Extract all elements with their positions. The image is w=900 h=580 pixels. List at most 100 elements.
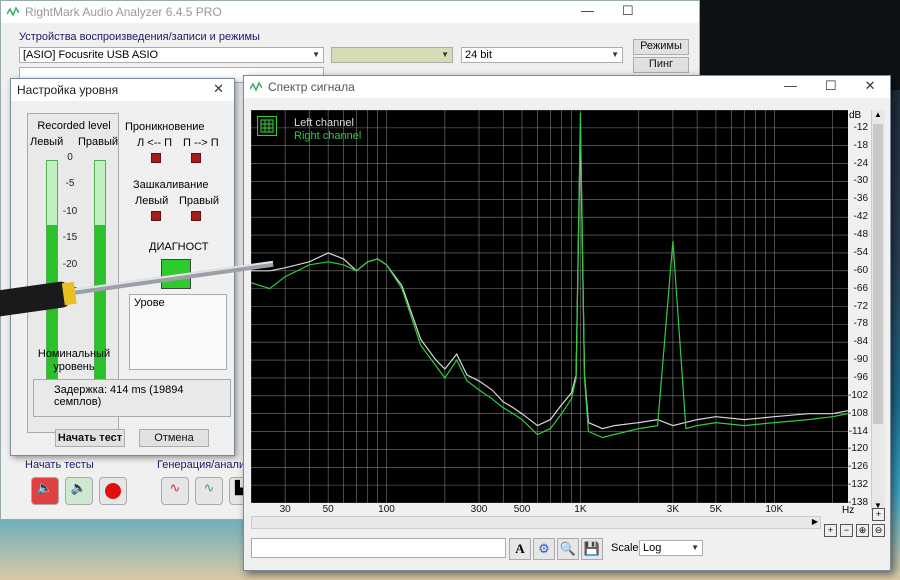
pen-l-led — [151, 153, 161, 163]
penetration-label: Проникновение — [125, 121, 205, 133]
x-tick-label: 1K — [574, 504, 587, 515]
stop-button[interactable] — [99, 477, 127, 505]
zoom-fit-icon[interactable]: ⊕ — [856, 524, 869, 537]
devices-group-label: Устройства воспроизведения/записи и режи… — [19, 31, 260, 43]
pen-r-label: П --> П — [183, 137, 219, 149]
text-annotation-button[interactable]: A — [509, 538, 531, 560]
x-tick-label: 30 — [279, 504, 291, 515]
diag-led — [161, 259, 191, 289]
ping-button[interactable]: Пинг — [633, 57, 689, 73]
bit-depth-value: 24 bit — [465, 49, 492, 61]
close-icon[interactable]: ✕ — [213, 81, 224, 97]
x-tick-label: 5K — [709, 504, 723, 515]
record-test-button[interactable]: 🔈 — [31, 477, 59, 505]
speaker-icon: 🔈 — [36, 480, 54, 495]
disabled-select[interactable]: ▼ — [331, 47, 453, 63]
spectrum-lines — [251, 112, 848, 439]
minimize-icon[interactable]: — — [581, 3, 594, 19]
vertical-scrollbar[interactable]: ▲ ▼ — [871, 110, 885, 510]
gen-group-label: Генерация/анализ — [157, 459, 251, 471]
zoom-in-y-icon[interactable]: + — [872, 508, 885, 521]
start-test-button[interactable]: Начать тест — [55, 429, 125, 447]
grid — [251, 110, 848, 503]
device-select-value: [ASIO] Focusrite USB ASIO — [23, 49, 159, 61]
clipping-label: Зашкаливание — [133, 179, 209, 191]
scroll-up-icon[interactable]: ▲ — [872, 110, 884, 119]
waveform-icon: ∿ — [203, 480, 215, 495]
spectrum-title: Спектр сигнала — [268, 80, 355, 94]
scale-tick: -15 — [62, 232, 78, 243]
pen-l-label: Л <-- П — [137, 137, 172, 149]
y-tick-label: -102 — [848, 389, 869, 401]
magnifier-icon: 🔍 — [559, 541, 577, 556]
nominal-line2: уровень — [53, 361, 95, 373]
chevron-down-icon: ▼ — [691, 543, 699, 552]
level-status-box: Урове — [129, 294, 227, 370]
info-field[interactable] — [251, 538, 506, 558]
x-tick-label: 300 — [470, 504, 488, 515]
y-tick-label: -48 — [853, 229, 868, 241]
generator-button[interactable]: ∿ — [161, 477, 189, 505]
main-title: RightMark Audio Analyzer 6.4.5 PRO — [25, 5, 222, 19]
bit-depth-select[interactable]: 24 bit ▼ — [461, 47, 623, 63]
analyzer-button[interactable]: ∿ — [195, 477, 223, 505]
maximize-icon[interactable]: ☐ — [825, 78, 837, 94]
zoom-tool-button[interactable]: 🔍 — [557, 538, 579, 560]
nominal-line1: Номинальный — [37, 348, 111, 360]
horizontal-scrollbar[interactable]: ▶ — [251, 516, 821, 529]
cancel-button[interactable]: Отмена — [139, 429, 209, 447]
left-label: Левый — [30, 136, 64, 148]
pen-r-led — [191, 153, 201, 163]
level-titlebar[interactable]: Настройка уровня ✕ — [11, 79, 234, 101]
minimize-icon[interactable]: — — [784, 78, 797, 94]
record-dot-icon — [105, 483, 121, 499]
latency-box: Задержка: 414 ms (19894 семплов) — [33, 379, 231, 417]
y-tick-label: -54 — [853, 246, 868, 258]
diag-label: ДИАГНОСТ — [149, 241, 209, 253]
y-tick-label: -96 — [853, 371, 868, 383]
zoom-in-icon[interactable]: + — [824, 524, 837, 537]
scroll-right-icon[interactable]: ▶ — [812, 517, 818, 526]
clip-left-led — [151, 211, 161, 221]
x-tick-label: 10K — [765, 504, 784, 515]
y-tick-label: -120 — [848, 443, 869, 455]
y-tick-label: -30 — [853, 175, 868, 187]
scale-tick: 0 — [67, 152, 73, 163]
x-tick-label: 50 — [322, 504, 334, 515]
grid-icon — [260, 119, 274, 133]
spectrum-window-controls: — ☐ ✕ — [784, 78, 876, 94]
legend-toggle-button[interactable] — [257, 116, 277, 136]
level-dialog: Настройка уровня ✕ Recorded level Левый … — [10, 78, 235, 456]
recorded-level-label: Recorded level — [37, 120, 111, 132]
nominal-level-label: Номинальный уровень — [34, 348, 114, 374]
playback-test-button[interactable]: 🔈 — [65, 477, 93, 505]
modes-button[interactable]: Режимы — [633, 39, 689, 55]
y-tick-label: -72 — [853, 300, 868, 312]
scroll-thumb[interactable] — [873, 124, 883, 424]
scale-tick: -5 — [65, 178, 75, 189]
y-tick-label: -60 — [853, 264, 868, 276]
chevron-down-icon: ▼ — [441, 50, 449, 59]
y-tick-label: -108 — [848, 407, 869, 419]
latency-text: Задержка: 414 ms (19894 семплов) — [54, 384, 184, 408]
app-icon — [7, 6, 19, 17]
zoom-reset-icon[interactable]: ⊖ — [872, 524, 885, 537]
maximize-icon[interactable]: ☐ — [622, 3, 634, 19]
zoom-out-icon[interactable]: − — [840, 524, 853, 537]
spectrum-plot — [251, 110, 848, 503]
legend-right: Right channel — [294, 130, 362, 142]
save-button[interactable]: 💾 — [581, 538, 603, 560]
y-tick-label: -84 — [853, 336, 868, 348]
chevron-down-icon: ▼ — [611, 50, 619, 59]
y-tick-label: -66 — [853, 282, 868, 294]
y-tick-label: -78 — [853, 318, 868, 330]
y-tick-label: -24 — [853, 157, 868, 169]
close-icon[interactable]: ✕ — [865, 78, 876, 94]
y-tick-label: -36 — [853, 193, 868, 205]
level-status-text: Урове — [134, 297, 165, 309]
settings-button[interactable]: ⚙ — [533, 538, 555, 560]
scale-select[interactable]: Log ▼ — [639, 540, 703, 556]
spectrum-toolbar: A ⚙ 🔍 💾 Scale Log ▼ — [251, 538, 881, 560]
device-select[interactable]: [ASIO] Focusrite USB ASIO ▼ — [19, 47, 324, 63]
right-label: Правый — [78, 136, 119, 148]
